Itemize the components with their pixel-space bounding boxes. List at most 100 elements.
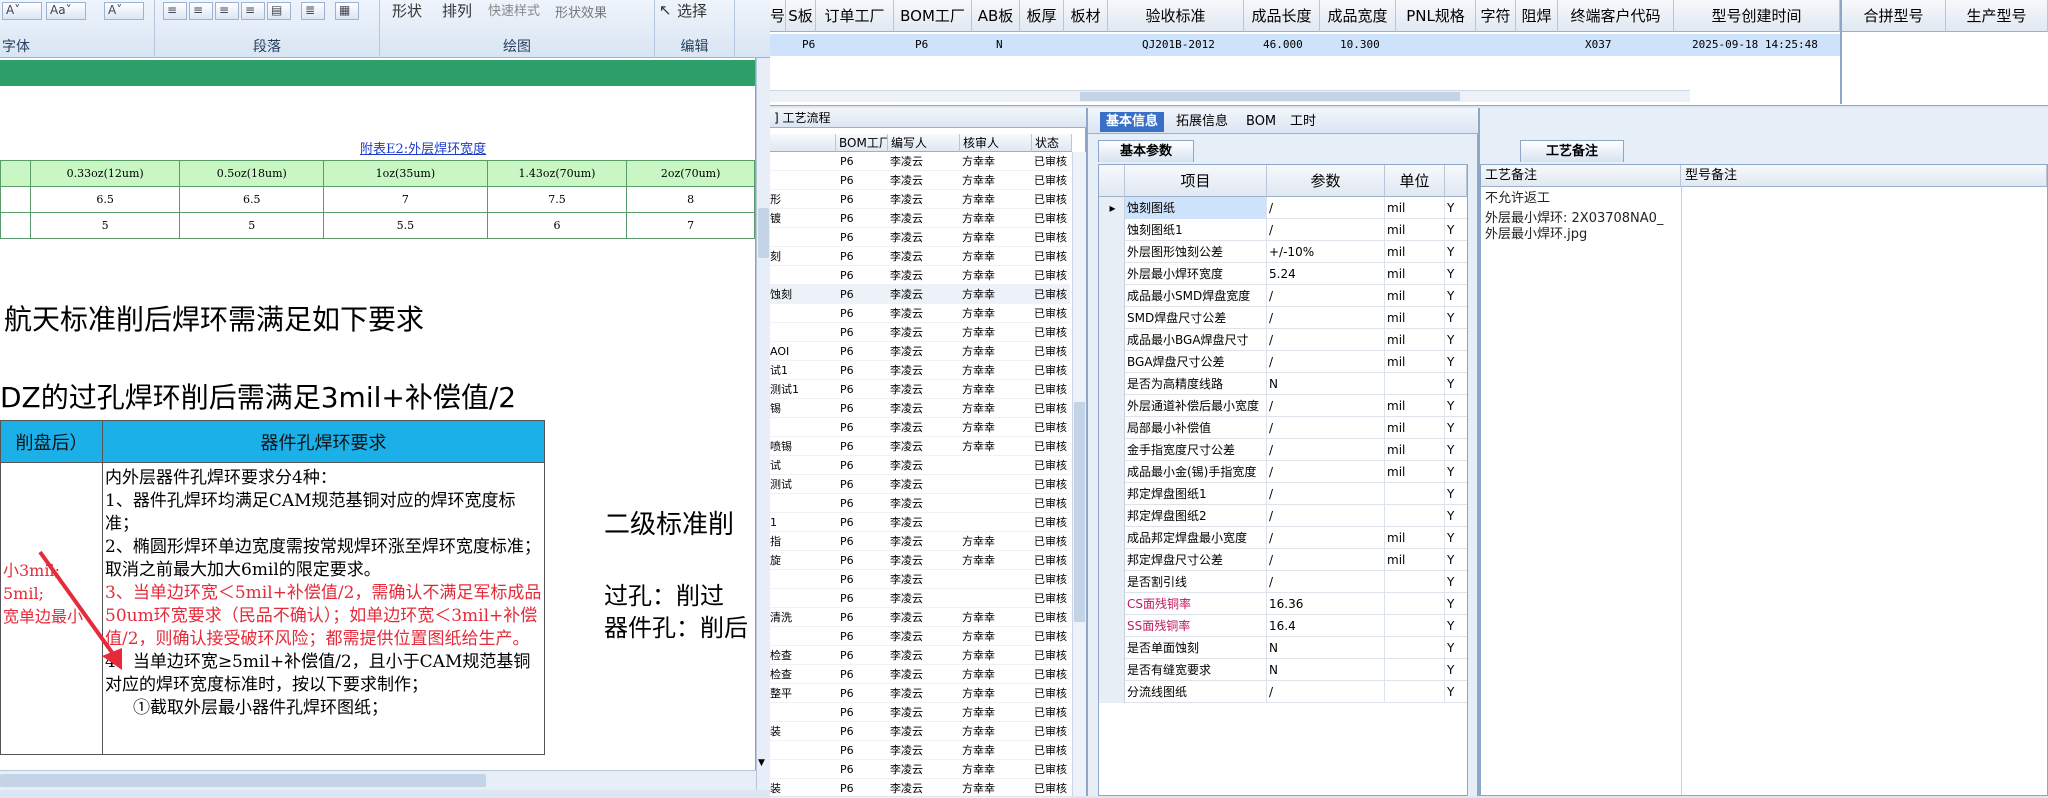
col-header[interactable]: PNL规格 [1396,0,1476,32]
param-cell-value[interactable]: 16.36 [1267,593,1385,615]
col-header[interactable]: S板 [786,0,816,32]
col-header[interactable]: 终端客户代码 [1558,0,1674,32]
param-row[interactable]: SMD焊盘尺寸公差 / mil Y [1099,307,1467,329]
param-row[interactable]: 分流线图纸 / Y [1099,681,1467,703]
param-row[interactable]: 成品最小BGA焊盘尺寸 / mil Y [1099,329,1467,351]
col-header-merged-model[interactable]: 合拼型号 [1842,0,1946,32]
param-cell-value[interactable]: / [1267,549,1385,571]
process-col-header[interactable]: 核审人 [960,134,1032,152]
param-row[interactable]: 是否有缝宽要求 N Y [1099,659,1467,681]
param-cell-value[interactable]: +/-10% [1267,241,1385,263]
param-cell-value[interactable]: / [1267,219,1385,241]
param-row[interactable]: 外层最小焊环宽度 5.24 mil Y [1099,263,1467,285]
col-header[interactable]: 验收标准 [1108,0,1244,32]
process-row[interactable]: 1 P6 李凌云 已审核 [770,513,1070,532]
process-col-name[interactable] [770,134,836,152]
process-row[interactable]: P6 李凌云 已审核 [770,494,1070,513]
process-row[interactable]: 旋 P6 李凌云 方幸幸 已审核 [770,551,1070,570]
process-row[interactable]: 喷锡 P6 李凌云 方幸幸 已审核 [770,437,1070,456]
process-row[interactable]: P6 李凌云 方幸幸 已审核 [770,760,1070,779]
param-cell-value[interactable]: N [1267,373,1385,395]
process-row[interactable]: 蚀刻 P6 李凌云 方幸幸 已审核 [770,285,1070,304]
param-cell-value[interactable]: N [1267,637,1385,659]
process-row[interactable]: 装 P6 李凌云 方幸幸 已审核 [770,779,1070,798]
process-row[interactable]: P6 李凌云 方幸幸 已审核 [770,228,1070,247]
param-row[interactable]: CS面残铜率 16.36 Y [1099,593,1467,615]
notes-col-model[interactable]: 型号备注 [1681,165,2047,187]
param-row[interactable]: 邦定焊盘图纸2/ Y [1099,505,1467,527]
process-col-header[interactable]: 编写人 [888,134,960,152]
process-row[interactable]: P6 李凌云 方幸幸 已审核 [770,304,1070,323]
col-header[interactable]: 字符 [1476,0,1516,32]
process-row[interactable]: 整平 P6 李凌云 方幸幸 已审核 [770,684,1070,703]
font-case-button[interactable]: Aa˅ [46,2,86,20]
tab-bom[interactable]: BOM [1240,112,1282,132]
col-header[interactable]: 阻焊 [1516,0,1558,32]
param-cell-value[interactable]: / [1267,197,1385,219]
border-icon[interactable]: ▦ [335,2,359,20]
process-row[interactable]: P6 李凌云 方幸幸 已审核 [770,627,1070,646]
col-header-production-model[interactable]: 生产型号 [1946,0,2048,32]
param-cell-value[interactable]: N [1267,659,1385,681]
tab-extended-info[interactable]: 拓展信息 [1170,112,1234,132]
align-center-icon[interactable]: ≡ [189,2,213,20]
tab-process-flow[interactable]: ] 工艺流程 [770,108,1086,128]
process-row[interactable]: 检查 P6 李凌云 方幸幸 已审核 [770,665,1070,684]
col-header[interactable]: AB板 [972,0,1020,32]
col-header[interactable]: 板材 [1064,0,1108,32]
notes-col-process[interactable]: 工艺备注 [1481,165,1681,187]
process-row[interactable]: P6 李凌云 方幸幸 已审核 [770,741,1070,760]
param-row[interactable]: 局部最小补偿值 / mil Y [1099,417,1467,439]
params-col-header[interactable]: 参数 [1267,165,1385,197]
col-header[interactable]: 号 [770,0,786,32]
param-cell-value[interactable]: / [1267,571,1385,593]
param-cell-value[interactable]: / [1267,395,1385,417]
process-row[interactable]: 锡 P6 李凌云 方幸幸 已审核 [770,399,1070,418]
tab-basic-info[interactable]: 基本信息 [1100,112,1165,132]
process-row[interactable]: 检查 P6 李凌云 方幸幸 已审核 [770,646,1070,665]
param-row[interactable]: 邦定焊盘图纸1/ Y [1099,483,1467,505]
quick-style-button[interactable]: 快速样式 [488,0,540,19]
params-col-flag[interactable] [1445,165,1467,197]
process-row[interactable]: P6 李凌云 方幸幸 已审核 [770,266,1070,285]
document-vertical-scrollbar[interactable]: ▼ [756,58,770,790]
param-row[interactable]: 外层通道补偿后最小宽度 / mil Y [1099,395,1467,417]
col-header[interactable]: 订单工厂 [816,0,894,32]
param-row[interactable]: 是否为高精度线路 N Y [1099,373,1467,395]
params-col-header[interactable]: 项目 [1125,165,1267,197]
process-col-header[interactable]: BOM工厂 [836,134,888,152]
document-horizontal-scrollbar[interactable] [0,770,756,790]
process-row[interactable]: P6 李凌云 方幸幸 已审核 [770,323,1070,342]
param-cell-value[interactable]: / [1267,483,1385,505]
shape-button[interactable]: 形状 [392,0,422,21]
param-cell-value[interactable]: / [1267,505,1385,527]
param-cell-value[interactable]: / [1267,461,1385,483]
param-cell-value[interactable]: 5.24 [1267,263,1385,285]
document-page[interactable]: 附表E2:外层焊环宽度 0.33oz(12um) 0.5oz(18um) 1oz… [0,58,756,790]
param-cell-value[interactable]: / [1267,329,1385,351]
grid-hscroll-thumb[interactable] [1080,92,1460,101]
col-header[interactable]: 成品宽度 [1320,0,1396,32]
subtab-basic-params[interactable]: 基本参数 [1098,140,1194,162]
process-row[interactable]: AOI P6 李凌云 方幸幸 已审核 [770,342,1070,361]
process-row[interactable]: 测试 P6 李凌云 已审核 [770,475,1070,494]
font-size-increase-button[interactable]: A˅ [2,2,42,20]
shape-effect-button[interactable]: 形状效果 [555,2,607,21]
param-row[interactable]: 金手指宽度尺寸公差 / mil Y [1099,439,1467,461]
process-row[interactable]: P6 李凌云 已审核 [770,570,1070,589]
param-cell-value[interactable]: / [1267,681,1385,703]
process-col-header[interactable]: 状态 [1032,134,1072,152]
process-row[interactable]: 试1 P6 李凌云 方幸幸 已审核 [770,361,1070,380]
param-cell-value[interactable]: / [1267,285,1385,307]
arrange-button[interactable]: 排列 [442,0,472,21]
justify-icon[interactable]: ≡ [241,2,265,20]
col-header[interactable]: 板厚 [1020,0,1064,32]
param-row[interactable]: 外层图形蚀刻公差 +/-10% mil Y [1099,241,1467,263]
line-spacing-icon[interactable]: ≣ [301,2,325,20]
grid-row-selected[interactable] [770,34,1840,56]
process-row[interactable]: 形 P6 李凌云 方幸幸 已审核 [770,190,1070,209]
param-row[interactable]: 蚀刻图纸1/mil Y [1099,219,1467,241]
params-col-header[interactable]: 单位 [1385,165,1445,197]
process-row[interactable]: 清洗 P6 李凌云 方幸幸 已审核 [770,608,1070,627]
param-cell-value[interactable]: / [1267,527,1385,549]
